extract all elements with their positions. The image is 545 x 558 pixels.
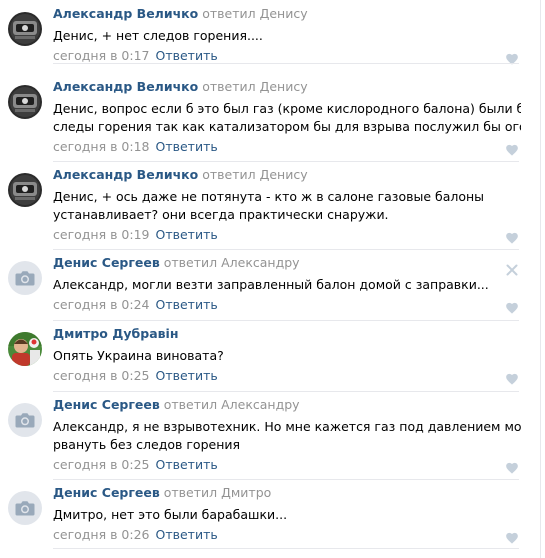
comment-meta: сегодня в 0:18 Ответить: [53, 138, 218, 156]
comment-text: Опять Украина виновата?: [53, 347, 521, 365]
comment-text-line: Александр, я не взрывотехник. Но мне каж…: [53, 419, 521, 434]
comment-text-line: Опять Украина виновата?: [53, 348, 224, 363]
reply-button[interactable]: Ответить: [156, 527, 218, 542]
avatar[interactable]: [8, 12, 42, 46]
heart-icon[interactable]: [505, 50, 519, 65]
comment-header: Александр Величко ответил Денису: [53, 166, 308, 184]
author-name-link[interactable]: Денис Сергеев: [53, 255, 160, 270]
author-name-link[interactable]: Александр Величко: [53, 167, 198, 182]
reply-to-link[interactable]: ответил Дмитро: [164, 485, 272, 500]
comment-text: Дмитро, нет это были барабашки...: [53, 506, 521, 524]
reply-button[interactable]: Ответить: [156, 139, 218, 154]
comment-timestamp[interactable]: сегодня в 0:25: [53, 368, 150, 383]
author-name-link[interactable]: Денис Сергеев: [53, 485, 160, 500]
reply-button[interactable]: Ответить: [156, 457, 218, 472]
comment-meta: сегодня в 0:24 Ответить: [53, 296, 218, 314]
comment-text: Денис, вопрос если б это был газ (кроме …: [53, 100, 521, 136]
comment-text-line: рвануть без следов горения: [53, 437, 241, 452]
reply-button[interactable]: Ответить: [156, 48, 218, 63]
avatar[interactable]: [8, 403, 42, 437]
heart-icon[interactable]: [505, 141, 519, 156]
comment-text-line: Денис, + нет следов горения....: [53, 28, 263, 43]
comment-timestamp[interactable]: сегодня в 0:19: [53, 227, 150, 242]
comment-timestamp[interactable]: сегодня в 0:26: [53, 527, 150, 542]
avatar[interactable]: [8, 332, 42, 366]
avatar[interactable]: [8, 261, 42, 295]
reply-to-link[interactable]: ответил Денису: [202, 79, 307, 94]
comment-text-line: следы горения так как катализатором бы д…: [53, 119, 521, 134]
author-name-link[interactable]: Александр Величко: [53, 6, 198, 21]
avatar[interactable]: [8, 173, 42, 207]
author-name-link[interactable]: Александр Величко: [53, 79, 198, 94]
avatar[interactable]: [8, 85, 42, 119]
comment-text-line: Александр, могли везти заправленный бало…: [53, 277, 489, 292]
comment-timestamp[interactable]: сегодня в 0:24: [53, 297, 150, 312]
comment-meta: сегодня в 0:26 Ответить: [53, 526, 218, 544]
close-icon[interactable]: [506, 261, 518, 276]
comment-header: Александр Величко ответил Денису: [53, 78, 308, 96]
page-right-border: [540, 0, 541, 558]
comment-separator: [53, 548, 519, 549]
comment-meta: сегодня в 0:25 Ответить: [53, 456, 218, 474]
comment-meta: сегодня в 0:25 Ответить: [53, 367, 218, 385]
comment-header: Денис Сергеев ответил Александру: [53, 396, 300, 414]
author-name-link[interactable]: Дмитро Дубравін: [53, 326, 178, 341]
comment-separator: [53, 63, 519, 64]
comment-text-line: Денис, + ось даже не потянута - кто ж в …: [53, 189, 485, 204]
comment-timestamp[interactable]: сегодня в 0:25: [53, 457, 150, 472]
comment-header: Дмитро Дубравін: [53, 325, 178, 343]
reply-to-link[interactable]: ответил Александру: [164, 397, 300, 412]
comment-separator: [53, 320, 519, 321]
heart-icon[interactable]: [505, 229, 519, 244]
avatar[interactable]: [8, 491, 42, 525]
comment-timestamp[interactable]: сегодня в 0:18: [53, 139, 150, 154]
reply-to-link[interactable]: ответил Александру: [164, 255, 300, 270]
author-name-link[interactable]: Денис Сергеев: [53, 397, 160, 412]
reply-button[interactable]: Ответить: [156, 368, 218, 383]
heart-icon[interactable]: [505, 370, 519, 385]
comment-text-line: устанавливает? они всегда практически сн…: [53, 207, 389, 222]
heart-icon[interactable]: [505, 529, 519, 544]
comment-text: Денис, + нет следов горения....: [53, 27, 521, 45]
reply-to-link[interactable]: ответил Денису: [202, 167, 307, 182]
heart-icon[interactable]: [505, 299, 519, 314]
comment-text-line: Денис, вопрос если б это был газ (кроме …: [53, 101, 521, 116]
reply-to-link[interactable]: ответил Денису: [202, 6, 307, 21]
reply-button[interactable]: Ответить: [156, 297, 218, 312]
comment-header: Александр Величко ответил Денису: [53, 5, 308, 23]
comment-separator: [53, 479, 519, 480]
comment-separator: [53, 391, 519, 392]
comment-meta: сегодня в 0:19 Ответить: [53, 226, 218, 244]
reply-button[interactable]: Ответить: [156, 227, 218, 242]
comment-timestamp[interactable]: сегодня в 0:17: [53, 48, 150, 63]
comment-header: Денис Сергеев ответил Дмитро: [53, 484, 271, 502]
comment-text: Александр, могли везти заправленный бало…: [53, 276, 521, 294]
comment-header: Денис Сергеев ответил Александру: [53, 254, 300, 272]
comment-separator: [53, 249, 519, 250]
heart-icon[interactable]: [505, 459, 519, 474]
comment-text-line: Дмитро, нет это были барабашки...: [53, 507, 288, 522]
comment-separator: [53, 161, 519, 162]
comment-text: Денис, + ось даже не потянута - кто ж в …: [53, 188, 521, 224]
comment-text: Александр, я не взрывотехник. Но мне каж…: [53, 418, 521, 454]
